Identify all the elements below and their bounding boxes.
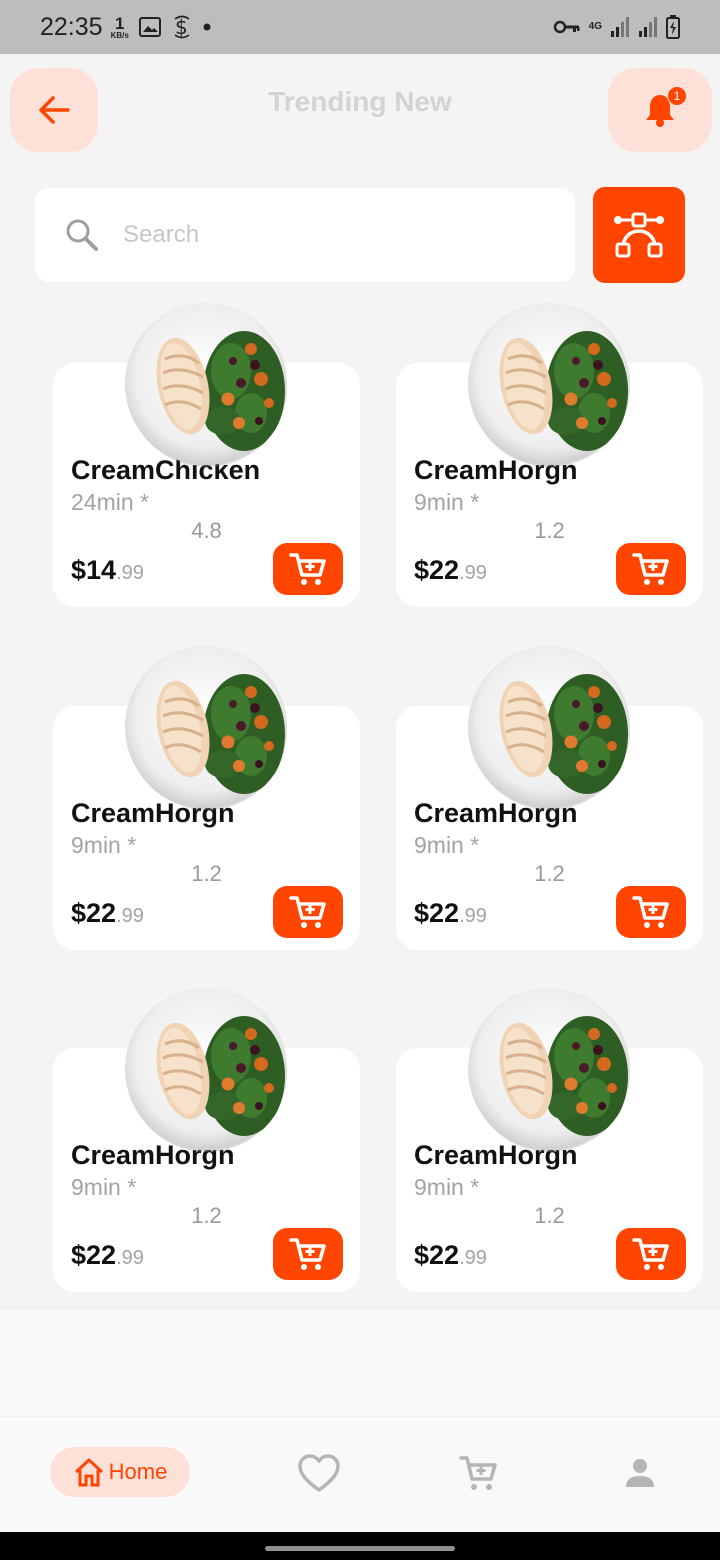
food-plate-image[interactable] (466, 301, 632, 467)
product-price: $22.99 (414, 555, 487, 586)
add-to-cart-button[interactable] (273, 1228, 343, 1280)
price-dollars: $22 (414, 555, 460, 585)
price-dollars: $22 (414, 898, 460, 928)
cart-icon (289, 1238, 326, 1270)
bottom-navigation: Home (0, 1416, 720, 1532)
product-time: 9min * (71, 832, 137, 858)
add-to-cart-button[interactable] (273, 543, 343, 595)
product-rating: 1.2 (534, 1203, 565, 1228)
search-icon (66, 219, 98, 251)
food-plate-image[interactable] (466, 644, 632, 810)
bezier-curve-icon (614, 212, 664, 258)
app-header: Trending New 1 (0, 54, 720, 174)
food-plate-image[interactable] (466, 986, 632, 1152)
person-icon (626, 1459, 654, 1487)
cart-icon (459, 1456, 497, 1490)
nav-cart[interactable] (457, 1451, 501, 1495)
cart-icon (632, 896, 669, 928)
add-to-cart-button[interactable] (616, 1228, 686, 1280)
product-price: $14.99 (71, 555, 144, 586)
nav-profile[interactable] (618, 1451, 662, 1495)
add-to-cart-button[interactable] (616, 886, 686, 938)
food-plate-image[interactable] (123, 986, 289, 1152)
vpn-key-icon (553, 20, 580, 34)
search-bar (35, 188, 575, 282)
product-rating: 1.2 (534, 861, 565, 886)
network-type: 4G (588, 21, 602, 32)
nav-home-label: Home (108, 1459, 168, 1484)
cart-icon (289, 553, 326, 585)
product-rating: 1.2 (191, 1203, 222, 1228)
product-price: $22.99 (71, 1240, 144, 1271)
product-time: 9min * (414, 489, 480, 515)
search-input[interactable] (123, 221, 523, 249)
product-time: 24min * (71, 489, 149, 515)
product-price: $22.99 (71, 898, 144, 929)
product-price: $22.99 (414, 898, 487, 929)
product-time: 9min * (71, 1174, 137, 1200)
dot-icon (203, 23, 211, 31)
network-speed-value: 1 (114, 13, 125, 33)
heart-icon (298, 1454, 340, 1492)
dollar-sync-icon: $ (174, 15, 190, 39)
product-rating: 4.8 (191, 518, 222, 543)
product-time: 9min * (414, 832, 480, 858)
network-speed: 1 KB/s (111, 15, 129, 40)
price-cents: .99 (459, 562, 487, 584)
add-to-cart-button[interactable] (616, 543, 686, 595)
price-dollars: $22 (414, 1240, 460, 1270)
notification-badge: 1 (667, 86, 687, 106)
price-cents: .99 (116, 1247, 144, 1269)
product-rating: 1.2 (534, 518, 565, 543)
battery-charging-icon (666, 15, 680, 39)
cart-icon (632, 553, 669, 585)
add-to-cart-button[interactable] (273, 886, 343, 938)
food-plate-image[interactable] (123, 644, 289, 810)
nav-home[interactable]: Home (50, 1447, 190, 1497)
price-cents: .99 (116, 905, 144, 927)
price-dollars: $22 (71, 898, 117, 928)
price-cents: .99 (116, 562, 144, 584)
cart-icon (632, 1238, 669, 1270)
status-time: 22:35 (40, 12, 103, 41)
content-spacer (0, 1310, 720, 1416)
product-time: 9min * (414, 1174, 480, 1200)
nav-favorites[interactable] (297, 1451, 341, 1495)
network-speed-unit: KB/s (110, 30, 129, 40)
price-cents: .99 (459, 905, 487, 927)
product-rating: 1.2 (191, 861, 222, 886)
home-icon (74, 1458, 103, 1487)
food-plate-image[interactable] (123, 301, 289, 467)
price-cents: .99 (459, 1247, 487, 1269)
gesture-handle[interactable] (265, 1546, 455, 1551)
signal-icon-1 (611, 17, 629, 37)
notifications-button[interactable]: 1 (608, 68, 712, 152)
price-dollars: $14 (71, 555, 117, 585)
gallery-icon (138, 17, 161, 37)
product-price: $22.99 (414, 1240, 487, 1271)
filter-button[interactable] (593, 187, 685, 283)
signal-icon-2 (639, 17, 657, 37)
status-bar: 22:35 1 KB/s $ 4G (0, 0, 720, 54)
cart-icon (289, 896, 326, 928)
price-dollars: $22 (71, 1240, 117, 1270)
